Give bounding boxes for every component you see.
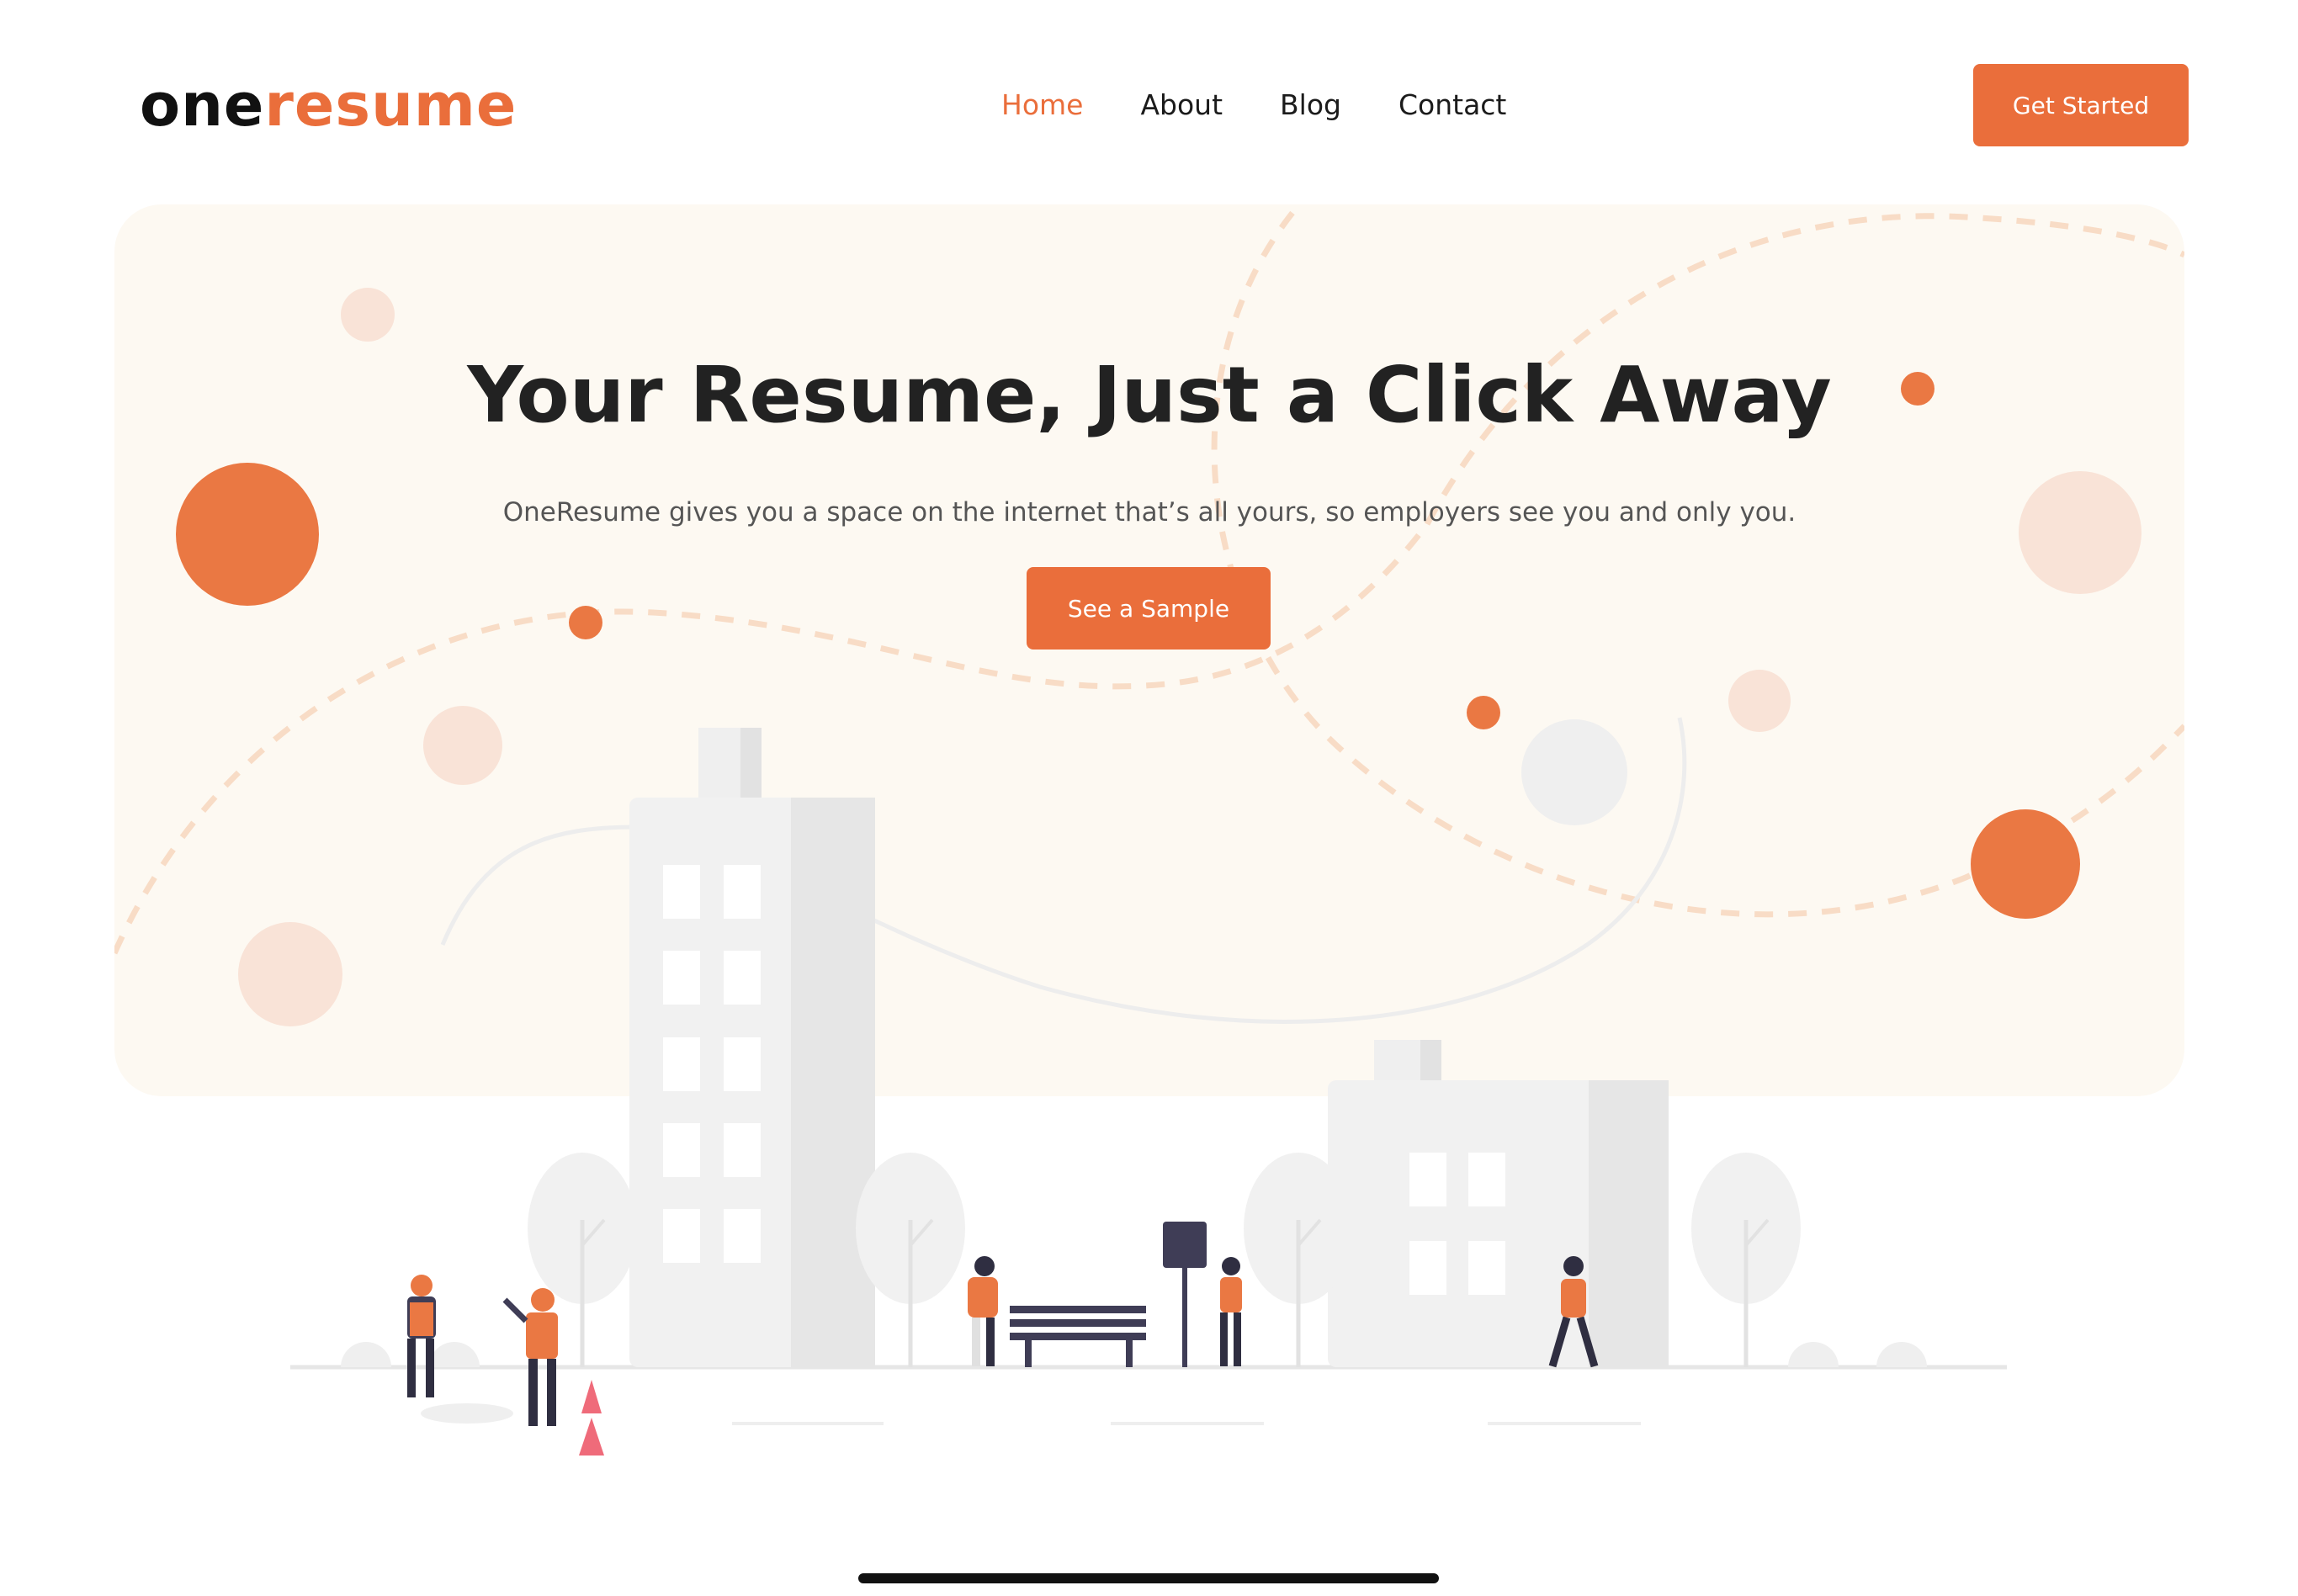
logo-text-one: one: [140, 71, 265, 140]
nav-item-contact[interactable]: Contact: [1398, 84, 1506, 126]
nav-item-blog[interactable]: Blog: [1280, 84, 1341, 126]
logo-text-resume: resume: [264, 71, 517, 140]
nav-item-home[interactable]: Home: [1001, 84, 1083, 126]
main-nav: Home About Blog Contact: [1001, 84, 1563, 126]
home-indicator-bar: [858, 1573, 1439, 1583]
hero-section: [114, 204, 2184, 1096]
hero-subtitle: OneResume gives you a space on the inter…: [502, 497, 1796, 528]
see-a-sample-button[interactable]: See a Sample: [1027, 567, 1271, 650]
landing-page: oneresume Home About Blog Contact Get St…: [0, 0, 2298, 1596]
hero-decoration: [114, 210, 2184, 1026]
nav-item-about[interactable]: About: [1140, 84, 1223, 126]
get-started-button[interactable]: Get Started: [1973, 64, 2189, 146]
hero-title: Your Resume, Just a Click Away: [467, 350, 1832, 440]
brand-logo[interactable]: oneresume: [140, 67, 517, 143]
